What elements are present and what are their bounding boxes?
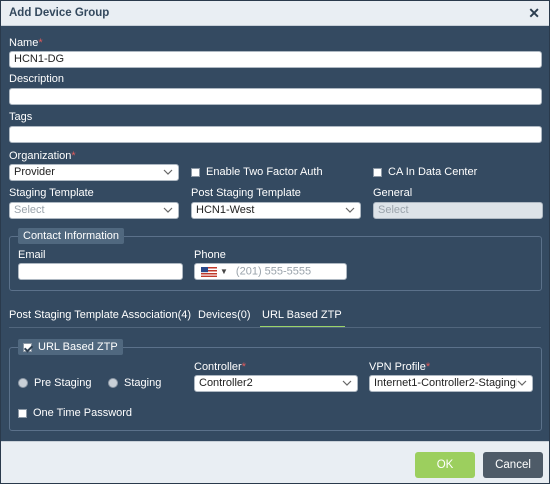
controller-select[interactable]: Controller2 <box>194 375 358 392</box>
tab-post-staging-template-association[interactable]: Post Staging Template Association(4) <box>9 309 191 321</box>
post-staging-template-label: Post Staging Template <box>191 187 301 199</box>
url-based-ztp-legend-label: URL Based ZTP <box>38 341 118 353</box>
controller-label: Controller* <box>194 361 246 373</box>
vpn-profile-value: Internet1-Controller2-StagingI <box>374 377 519 389</box>
ca-in-data-center-checkbox[interactable]: CA In Data Center <box>373 166 477 178</box>
checkbox-icon <box>373 167 382 177</box>
url-based-ztp-legend[interactable]: URL Based ZTP <box>18 339 123 355</box>
otp-label: One Time Password <box>33 407 133 419</box>
ca-label: CA In Data Center <box>388 166 478 178</box>
vpn-profile-label: VPN Profile* <box>369 361 431 373</box>
checkbox-checked-icon[interactable] <box>23 342 32 352</box>
name-input[interactable]: HCN1-DG <box>9 51 542 68</box>
dialog-title: Add Device Group <box>9 7 110 19</box>
staging-template-select[interactable]: Select <box>9 202 179 219</box>
cancel-button[interactable]: Cancel <box>483 452 543 478</box>
tab-url-based-ztp[interactable]: URL Based ZTP <box>260 309 345 328</box>
chevron-down-icon <box>163 166 173 178</box>
organization-label: Organization* <box>9 150 76 162</box>
tab-divider <box>9 327 541 328</box>
staging-template-value: Select <box>14 204 45 216</box>
dialog-titlebar: Add Device Group ✕ <box>1 1 549 26</box>
contact-information-legend: Contact Information <box>18 228 124 244</box>
staging-radio[interactable]: Staging <box>108 377 161 389</box>
post-staging-template-select[interactable]: HCN1-West <box>191 202 361 219</box>
tab-devices[interactable]: Devices(0) <box>198 309 251 321</box>
one-time-password-checkbox[interactable]: One Time Password <box>18 407 132 419</box>
organization-value: Provider <box>14 166 55 178</box>
ok-button[interactable]: OK <box>415 452 475 478</box>
radio-icon <box>108 378 118 388</box>
chevron-down-icon <box>163 204 173 216</box>
email-input[interactable] <box>18 263 183 280</box>
tags-input[interactable] <box>9 126 542 143</box>
chevron-down-icon <box>345 204 355 216</box>
general-select: Select <box>373 202 543 219</box>
pre-staging-radio[interactable]: Pre Staging <box>18 377 91 389</box>
checkbox-icon <box>18 408 27 418</box>
general-label: General <box>373 187 413 199</box>
email-label: Email <box>18 249 46 261</box>
name-label: Name* <box>9 37 43 49</box>
dialog-content: Name* HCN1-DG Description Tags Organizat… <box>1 27 549 441</box>
organization-select[interactable]: Provider <box>9 164 179 181</box>
staging-template-label: Staging Template <box>9 187 94 199</box>
two-factor-checkbox[interactable]: Enable Two Factor Auth <box>191 166 323 178</box>
chevron-down-icon <box>342 377 352 389</box>
close-icon[interactable]: ✕ <box>528 5 540 21</box>
radio-icon <box>18 378 28 388</box>
checkbox-icon <box>191 167 200 177</box>
add-device-group-dialog: Add Device Group ✕ Name* HCN1-DG Descrip… <box>0 0 550 484</box>
two-factor-label: Enable Two Factor Auth <box>206 166 323 178</box>
post-staging-template-value: HCN1-West <box>196 204 255 216</box>
description-label: Description <box>9 73 65 85</box>
controller-value: Controller2 <box>199 377 253 389</box>
phone-label: Phone <box>194 249 226 261</box>
staging-label: Staging <box>124 377 162 389</box>
chevron-down-icon <box>517 377 527 389</box>
phone-input[interactable]: ▼ (201) 555-5555 <box>194 263 347 280</box>
pre-staging-label: Pre Staging <box>34 377 92 389</box>
phone-placeholder: (201) 555-5555 <box>235 265 312 278</box>
dialog-footer: OK Cancel <box>1 441 549 483</box>
us-flag-icon[interactable] <box>201 266 217 277</box>
tags-label: Tags <box>9 111 33 123</box>
vpn-profile-select[interactable]: Internet1-Controller2-StagingI <box>369 375 533 392</box>
description-input[interactable] <box>9 88 542 105</box>
caret-down-icon[interactable]: ▼ <box>220 265 228 278</box>
